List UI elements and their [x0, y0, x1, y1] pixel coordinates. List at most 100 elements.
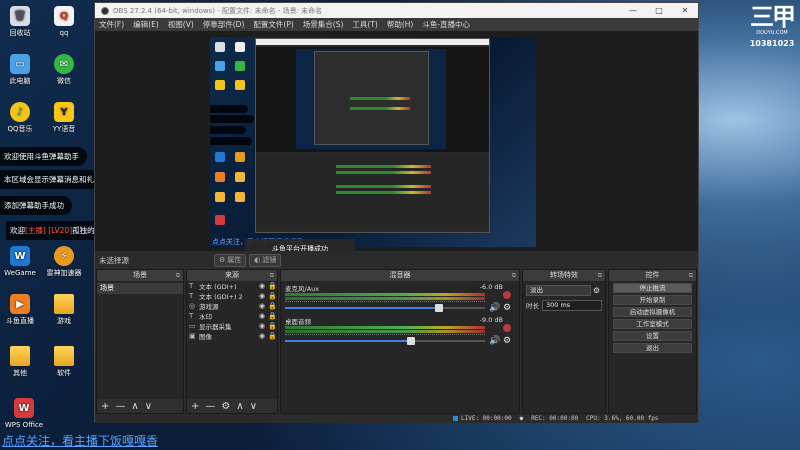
software-folder[interactable]: 软件	[40, 346, 88, 378]
douyu-desktop-icon[interactable]: ▶ 斗鱼直播	[0, 294, 44, 326]
recycle-bin-icon[interactable]: 🗑 回收站	[0, 6, 44, 38]
source-name: 水印	[199, 313, 212, 321]
source-name: 文本 (GDI+)	[199, 283, 237, 291]
leishen-desktop-icon[interactable]: ⚡ 雷神加速器	[40, 246, 88, 278]
speaker-icon[interactable]: 🔊	[489, 303, 500, 313]
maximize-button[interactable]: □	[646, 6, 672, 15]
visibility-eye-icon[interactable]: ◉	[259, 322, 268, 330]
settings-button[interactable]: 设置	[613, 331, 692, 341]
dock-float-icon[interactable]: ⧉	[689, 270, 693, 281]
nested-obs-preview	[255, 38, 490, 233]
scenes-dock: 场景 ⧉ 场景 + — ∧ ∨	[96, 269, 184, 414]
volume-slider[interactable]	[285, 304, 485, 312]
source-settings-button[interactable]: ⚙	[221, 401, 230, 412]
menu-edit[interactable]: 编辑(E)	[133, 19, 159, 30]
volume-slider-knob[interactable]	[407, 337, 415, 345]
yy-desktop-icon[interactable]: Y YY语音	[40, 102, 88, 134]
menu-file[interactable]: 文件(F)	[99, 19, 124, 30]
lock-icon[interactable]: 🔒	[268, 282, 277, 290]
visibility-eye-icon[interactable]: ◉	[259, 292, 268, 300]
mini-desktop-icon	[215, 61, 225, 71]
lock-icon[interactable]: 🔒	[268, 312, 277, 320]
volume-slider[interactable]	[285, 337, 485, 345]
volume-meter	[285, 297, 485, 300]
close-button[interactable]: ✕	[672, 6, 698, 15]
add-scene-button[interactable]: +	[101, 401, 109, 412]
filters-button[interactable]: ◐ 滤镜	[249, 253, 282, 267]
add-source-button[interactable]: +	[191, 401, 199, 412]
source-name: 显示器采集	[199, 323, 232, 331]
source-item[interactable]: ▭ 显示器采集 ◉ 🔒	[187, 321, 277, 331]
source-item[interactable]: ◎ 游戏源 ◉ 🔒	[187, 301, 277, 311]
move-source-down-button[interactable]: ∨	[250, 401, 257, 412]
minimize-button[interactable]: —	[620, 6, 646, 15]
menu-douyu-live-center[interactable]: 斗鱼-直播中心	[422, 19, 470, 30]
speaker-icon[interactable]: 🔊	[489, 336, 500, 346]
visibility-eye-icon[interactable]: ◉	[259, 332, 268, 340]
lock-icon[interactable]: 🔒	[268, 302, 277, 310]
gear-icon[interactable]: ⚙	[503, 336, 511, 346]
source-item[interactable]: T 文本 (GDI+) 2 ◉ 🔒	[187, 291, 277, 301]
preview-area[interactable]: 点点关注，看主播下饭嘎嘎香 斗鱼平台开播成功	[95, 31, 698, 259]
games-folder[interactable]: 游戏	[40, 294, 88, 326]
volume-slider-knob[interactable]	[435, 304, 443, 312]
qqmusic-desktop-icon[interactable]: ♪ QQ音乐	[0, 102, 44, 134]
scenes-footer: + — ∧ ∨	[97, 399, 183, 413]
start-recording-button[interactable]: 开始录制	[613, 295, 692, 305]
mini-notice	[210, 137, 252, 145]
window-titlebar[interactable]: OBS 27.2.4 (64-bit, windows) - 配置文件: 未命名…	[95, 3, 698, 18]
menu-tools[interactable]: 工具(T)	[352, 19, 377, 30]
move-scene-up-button[interactable]: ∧	[131, 401, 138, 412]
source-item[interactable]: T 文本 (GDI+) ◉ 🔒	[187, 281, 277, 291]
text-source-icon: T	[189, 292, 194, 300]
menu-view[interactable]: 视图(V)	[168, 19, 194, 30]
lock-icon[interactable]: 🔒	[268, 292, 277, 300]
visibility-eye-icon[interactable]: ◉	[259, 312, 268, 320]
transition-type-select[interactable]: 淡出	[526, 284, 591, 296]
other-folder[interactable]: 其他	[0, 346, 44, 378]
preview-canvas[interactable]: 点点关注，看主播下饭嘎嘎香	[210, 37, 536, 247]
image-source-icon: ▣	[189, 332, 196, 340]
qq-desktop-icon[interactable]: Q qq	[40, 6, 88, 38]
remove-scene-button[interactable]: —	[115, 401, 125, 412]
menu-profile[interactable]: 配置文件(P)	[253, 19, 293, 30]
start-virtual-camera-button[interactable]: 启动虚拟摄像机	[613, 307, 692, 317]
stop-streaming-button[interactable]: 停止推流	[613, 283, 692, 293]
display-capture-icon: ▭	[189, 322, 196, 330]
menu-scene-collection[interactable]: 场景集合(S)	[303, 19, 344, 30]
lock-icon[interactable]: 🔒	[268, 322, 277, 330]
exit-button[interactable]: 退出	[613, 343, 692, 353]
menu-docks[interactable]: 停靠部件(D)	[203, 19, 245, 30]
dock-float-icon[interactable]: ⧉	[512, 270, 516, 281]
properties-button[interactable]: ⚙ 属性	[214, 253, 247, 267]
wechat-desktop-icon[interactable]: ✉ 微信	[40, 54, 88, 86]
mini-desktop-icon	[215, 42, 225, 52]
source-item[interactable]: T 水印 ◉ 🔒	[187, 311, 277, 321]
gear-icon[interactable]: ⚙	[503, 303, 511, 313]
nested-titlebar	[256, 39, 489, 45]
dock-float-icon[interactable]: ⧉	[270, 270, 274, 281]
this-pc-desktop-icon[interactable]: ▭ 此电脑	[0, 54, 44, 86]
remove-source-button[interactable]: —	[205, 401, 215, 412]
scene-item[interactable]: 场景	[97, 283, 183, 294]
move-scene-down-button[interactable]: ∨	[145, 401, 152, 412]
studio-mode-button[interactable]: 工作室模式	[613, 319, 692, 329]
dock-float-icon[interactable]: ⧉	[598, 270, 602, 281]
dock-float-icon[interactable]: ⧉	[176, 270, 180, 281]
nested-meter	[336, 185, 431, 188]
wegame-desktop-icon[interactable]: W WeGame	[0, 246, 44, 278]
meter-scale	[285, 334, 485, 336]
menu-help[interactable]: 帮助(H)	[387, 19, 414, 30]
wps-desktop-icon[interactable]: W WPS Office	[0, 398, 50, 430]
duration-input[interactable]: 300 ms	[542, 299, 602, 311]
gear-icon[interactable]: ⚙	[591, 286, 602, 295]
visibility-eye-icon[interactable]: ◉	[259, 302, 268, 310]
volume-slider-fill	[285, 340, 411, 342]
visibility-eye-icon[interactable]: ◉	[259, 282, 268, 290]
mini-desktop-icon	[235, 42, 245, 52]
move-source-up-button[interactable]: ∧	[236, 401, 243, 412]
source-item[interactable]: ▣ 图像 ◉ 🔒	[187, 331, 277, 341]
lock-icon[interactable]: 🔒	[268, 332, 277, 340]
mini-desktop-icon	[215, 192, 225, 202]
source-toolbar: 未选择源 ⚙ 属性 ◐ 滤镜	[95, 251, 698, 269]
